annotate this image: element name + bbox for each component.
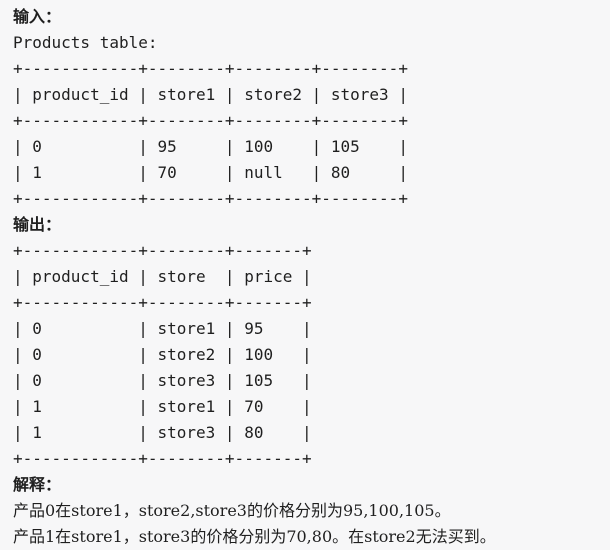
output-heading: 输出：: [13, 215, 62, 234]
output-table: +------------+--------+-------+ | produc…: [13, 238, 603, 472]
input-table: +------------+--------+--------+--------…: [13, 56, 603, 212]
output-table-border-top: +------------+--------+-------+: [13, 241, 312, 260]
output-table-border-mid: +------------+--------+-------+: [13, 293, 312, 312]
input-heading: 输入：: [13, 7, 62, 26]
output-table-row: | 0 | store1 | 95 |: [13, 319, 312, 338]
output-table-header-row: | product_id | store | price |: [13, 267, 312, 286]
input-table-border-bottom: +------------+--------+--------+--------…: [13, 189, 408, 208]
explanation-line-1: 产品0在store1，store2,store3的价格分别为95,100,105…: [13, 501, 451, 520]
explanation-heading: 解释：: [13, 475, 62, 494]
input-table-header-row: | product_id | store1 | store2 | store3 …: [13, 85, 408, 104]
problem-example: 输入： Products table: +------------+------…: [13, 4, 603, 550]
input-table-row: | 0 | 95 | 100 | 105 |: [13, 137, 408, 156]
output-table-row: | 1 | store1 | 70 |: [13, 397, 312, 416]
input-table-caption: Products table:: [13, 33, 158, 52]
explanation-line-2: 产品1在store1，store3的价格分别为70,80。在store2无法买到…: [13, 527, 496, 546]
input-table-row: | 1 | 70 | null | 80 |: [13, 163, 408, 182]
output-table-row: | 1 | store3 | 80 |: [13, 423, 312, 442]
output-table-row: | 0 | store3 | 105 |: [13, 371, 312, 390]
output-table-border-bottom: +------------+--------+-------+: [13, 449, 312, 468]
input-table-border-mid: +------------+--------+--------+--------…: [13, 111, 408, 130]
output-table-row: | 0 | store2 | 100 |: [13, 345, 312, 364]
input-table-border-top: +------------+--------+--------+--------…: [13, 59, 408, 78]
